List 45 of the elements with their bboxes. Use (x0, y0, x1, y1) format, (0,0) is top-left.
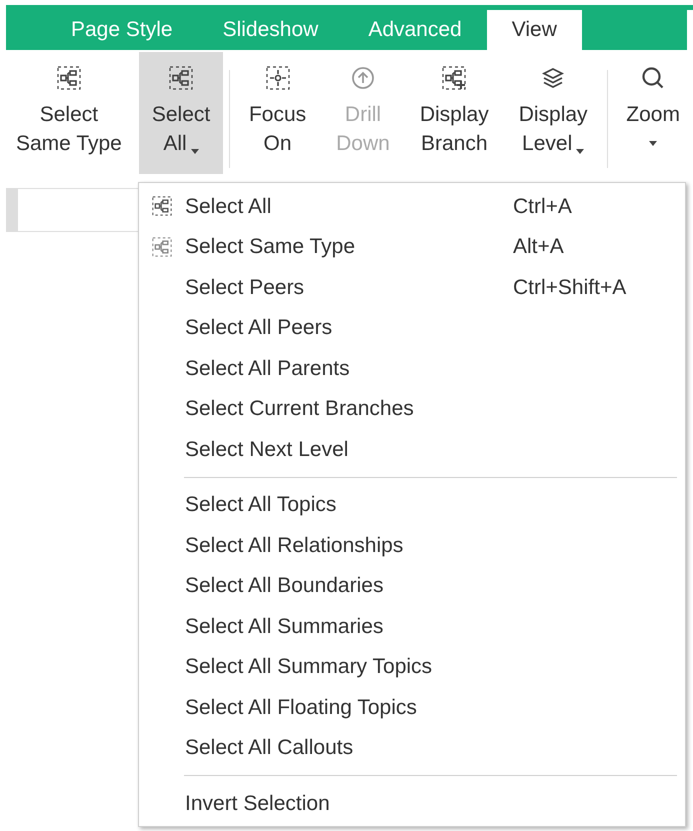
menu-item[interactable]: Select All Relationships (139, 525, 685, 566)
ribbon-button[interactable]: Select All (138, 52, 224, 174)
ribbon-button[interactable]: Display Branch (406, 52, 502, 174)
menu-item[interactable]: Select All Floating Topics (139, 687, 685, 728)
menu-item[interactable]: Select All Summaries (139, 606, 685, 646)
button-label: Zoom (626, 102, 680, 128)
menu-item[interactable]: Select All Parents (139, 348, 685, 388)
button-label: Select (152, 102, 210, 128)
ribbon-tab[interactable] (687, 10, 693, 50)
button-label: Display (420, 102, 489, 128)
button-label: Branch (421, 131, 488, 157)
menu-item[interactable]: Select Next Level (139, 429, 685, 470)
menu-item[interactable]: Invert Selection (139, 783, 685, 824)
ribbon-button[interactable]: Display Level (506, 52, 601, 174)
arrow-up-circle-icon (350, 66, 375, 90)
search-icon (641, 66, 666, 90)
select-icon (152, 236, 172, 257)
select-icon (169, 66, 194, 90)
button-label: Focus (248, 102, 306, 128)
button-label: Level (522, 131, 572, 157)
button-label: On (264, 131, 292, 157)
menu-item[interactable]: Select Peers Ctrl+Shift+A (139, 267, 685, 308)
button-label: Same Type (16, 131, 122, 157)
menu-item[interactable]: Select All Topics (139, 484, 685, 525)
button-label: All (163, 131, 187, 157)
menu-item[interactable]: Select All Ctrl+A (139, 186, 685, 226)
menu-item[interactable]: Select All Peers (139, 308, 685, 348)
ribbon-button[interactable]: Focus On (236, 52, 320, 174)
select-icon (56, 66, 81, 90)
layers-icon (541, 66, 566, 90)
ribbon-button[interactable]: Select Same Type (3, 52, 135, 174)
button-label: Down (336, 131, 390, 157)
ribbon-button[interactable]: Zoom (613, 52, 693, 174)
branch-add-icon (442, 66, 466, 90)
menu-item[interactable]: Select All Boundaries (139, 566, 685, 606)
button-label: Drill (344, 102, 382, 128)
menu-item[interactable]: Select Current Branches (139, 388, 685, 429)
menu-item[interactable]: Select All Summary Topics (139, 646, 685, 687)
focus-icon (266, 66, 290, 90)
ribbon-tab[interactable]: View (486, 10, 582, 50)
select-icon (152, 196, 172, 216)
button-label: Display (518, 102, 588, 128)
menu-item[interactable]: Select All Callouts (139, 728, 685, 768)
button-label: Select (40, 102, 98, 128)
menu-item[interactable]: Select Same Type Alt+A (139, 226, 685, 267)
